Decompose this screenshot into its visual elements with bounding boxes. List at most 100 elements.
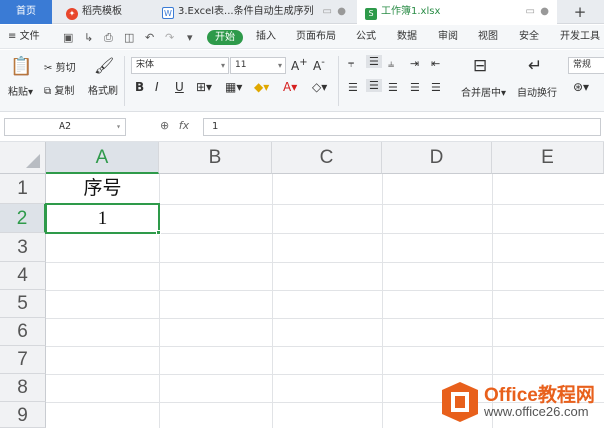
- tab-home[interactable]: 首页: [0, 0, 52, 24]
- brush-icon[interactable]: 🖌: [94, 56, 114, 75]
- fill-handle[interactable]: [156, 230, 161, 235]
- ribbon: 📋 粘贴▾ ✂ 剪切 ⧉ 复制 🖌 格式刷 宋体 ▾ 11 ▾ A+ A- B I …: [0, 50, 604, 112]
- align-top-icon[interactable]: ⫧: [348, 57, 354, 71]
- save-icon[interactable]: ▣: [63, 31, 73, 44]
- align-left-icon[interactable]: ☰: [348, 81, 358, 94]
- gridline: [46, 374, 604, 375]
- fill-color-icon[interactable]: ◆▾: [254, 80, 269, 94]
- dropdown-icon: ▾: [501, 88, 507, 99]
- merge-center-icon[interactable]: ⊟: [473, 56, 487, 76]
- customize-icon[interactable]: ▾: [187, 31, 193, 44]
- column-header[interactable]: D: [382, 142, 492, 174]
- name-box[interactable]: A2 ▾: [4, 118, 126, 136]
- tab-review[interactable]: 审阅: [438, 25, 458, 49]
- zoom-icon[interactable]: ⊕: [160, 119, 169, 132]
- monitor-icon[interactable]: ▭: [323, 0, 332, 24]
- preview-icon[interactable]: ◫: [124, 31, 134, 44]
- name-box-value: A2: [58, 121, 72, 132]
- row-header[interactable]: 7: [0, 346, 46, 374]
- export-icon[interactable]: ↳: [84, 31, 93, 44]
- row-header[interactable]: 6: [0, 318, 46, 346]
- outdent-icon[interactable]: ⇤: [431, 57, 440, 70]
- clear-icon[interactable]: ◇▾: [312, 80, 327, 94]
- align-middle-icon[interactable]: ☰: [366, 55, 382, 68]
- chevron-down-icon: ▾: [277, 61, 282, 70]
- tab-doc-label: 3.Excel表...条件自动生成序列: [178, 6, 314, 17]
- gridline: [46, 262, 604, 263]
- wrap-text-icon[interactable]: ↵: [528, 56, 542, 76]
- column-header[interactable]: A: [46, 142, 159, 174]
- italic-button[interactable]: I: [155, 80, 159, 94]
- merge-center-button[interactable]: 合并居中▾: [461, 84, 506, 99]
- tab-template-label: 稻壳模板: [82, 6, 122, 17]
- tab-workbook[interactable]: S 工作簿1.xlsx ▭ ●: [357, 0, 557, 25]
- cell-a1[interactable]: 序号: [46, 174, 159, 204]
- active-cell-border: [45, 203, 160, 234]
- borders-icon[interactable]: ⊞▾: [196, 80, 212, 94]
- watermark-url: www.office26.com: [484, 404, 589, 419]
- wrap-text-button[interactable]: 自动换行: [517, 84, 557, 99]
- font-color-icon[interactable]: A▾: [283, 80, 297, 94]
- ribbon-divider: [338, 56, 339, 106]
- tab-doc[interactable]: W 3.Excel表...条件自动生成序列 ▭ ●: [154, 0, 354, 24]
- tab-formulas[interactable]: 公式: [356, 25, 376, 49]
- column-header[interactable]: B: [159, 142, 272, 174]
- cut-button[interactable]: ✂ 剪切: [44, 59, 76, 74]
- align-bottom-icon[interactable]: ⫨: [388, 57, 394, 71]
- row-header[interactable]: 4: [0, 262, 46, 290]
- decrease-font-icon[interactable]: A-: [313, 57, 325, 73]
- row-header[interactable]: 8: [0, 374, 46, 402]
- align-right-icon[interactable]: ☰: [388, 81, 398, 94]
- number-format-value: 常规: [573, 60, 592, 70]
- paste-button[interactable]: 粘贴▾: [8, 83, 33, 98]
- font-size-select[interactable]: 11 ▾: [230, 57, 286, 74]
- tab-template[interactable]: ✦ 稻壳模板: [54, 0, 152, 24]
- justify-icon[interactable]: ☰: [410, 81, 420, 94]
- file-menu[interactable]: ≡ 文件: [8, 25, 40, 49]
- paste-icon[interactable]: 📋: [10, 56, 32, 77]
- formula-input[interactable]: 1: [203, 118, 601, 136]
- currency-icon[interactable]: ⊛▾: [573, 80, 589, 94]
- bold-button[interactable]: B: [135, 80, 144, 94]
- row-header[interactable]: 3: [0, 233, 46, 262]
- tab-dot-icon[interactable]: ●: [337, 0, 346, 24]
- tab-start[interactable]: 开始: [207, 30, 243, 45]
- format-painter-button[interactable]: 格式刷: [88, 82, 118, 97]
- cell-style-icon[interactable]: ▦▾: [225, 80, 242, 94]
- font-name-select[interactable]: 宋体 ▾: [131, 57, 229, 74]
- number-format-select[interactable]: 常规: [568, 57, 604, 74]
- formula-bar: A2 ▾ ⊕ fx 1: [0, 112, 604, 142]
- gridline: [46, 290, 604, 291]
- select-all-corner[interactable]: [0, 142, 46, 174]
- copy-button[interactable]: ⧉ 复制: [44, 82, 74, 97]
- tab-dot-icon[interactable]: ●: [540, 0, 549, 24]
- tab-insert[interactable]: 插入: [256, 25, 276, 49]
- monitor-icon[interactable]: ▭: [526, 0, 535, 24]
- print-icon[interactable]: ⎙: [104, 31, 113, 45]
- paste-label: 粘贴: [8, 87, 28, 98]
- tab-data[interactable]: 数据: [397, 25, 417, 49]
- row-header[interactable]: 9: [0, 402, 46, 428]
- distribute-icon[interactable]: ☰: [431, 81, 441, 94]
- column-header[interactable]: E: [492, 142, 604, 174]
- fx-icon[interactable]: fx: [179, 119, 189, 132]
- indent-icon[interactable]: ⇥: [410, 57, 419, 70]
- select-all-icon: [26, 154, 40, 168]
- redo-icon[interactable]: ↷: [165, 31, 174, 44]
- file-menu-label: 文件: [19, 31, 40, 42]
- align-center-icon[interactable]: ☰: [366, 79, 382, 92]
- gridline: [46, 318, 604, 319]
- undo-icon[interactable]: ↶: [145, 31, 154, 44]
- column-header[interactable]: C: [272, 142, 382, 174]
- menu-icon: ≡: [8, 31, 17, 42]
- underline-button[interactable]: U: [175, 80, 184, 94]
- tab-developer[interactable]: 开发工具: [560, 25, 600, 49]
- tab-view[interactable]: 视图: [478, 25, 498, 49]
- row-header[interactable]: 5: [0, 290, 46, 318]
- row-header[interactable]: 1: [0, 174, 46, 204]
- increase-font-icon[interactable]: A+: [291, 57, 308, 73]
- row-header[interactable]: 2: [0, 204, 46, 233]
- new-tab-button[interactable]: +: [566, 0, 594, 24]
- tab-page-layout[interactable]: 页面布局: [296, 25, 336, 49]
- tab-security[interactable]: 安全: [519, 25, 539, 49]
